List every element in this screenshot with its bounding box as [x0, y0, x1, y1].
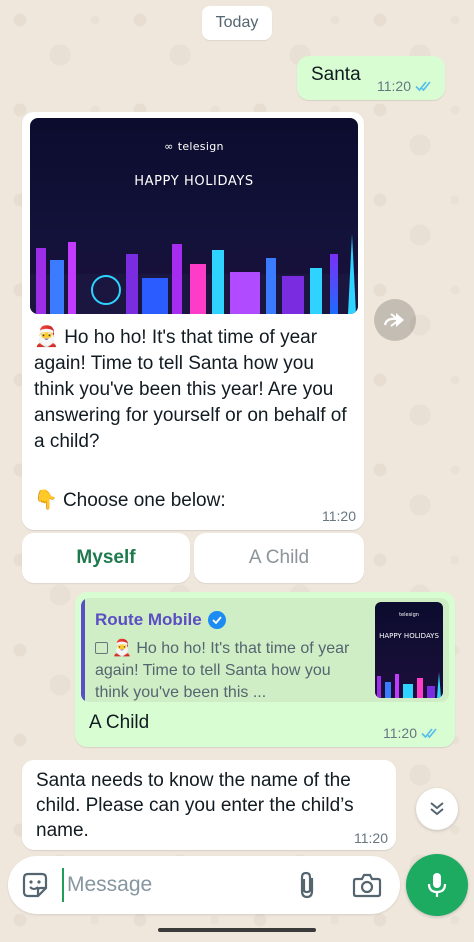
read-ticks-icon: [415, 81, 431, 92]
message-meta: 11:20: [377, 78, 435, 94]
thumbnail-brand: telesign: [399, 612, 419, 618]
thumbnail-skyline: [377, 672, 441, 698]
home-indicator: [158, 928, 316, 932]
camera-icon[interactable]: [352, 871, 382, 899]
incoming-message-promo[interactable]: ∞ telesign HAPPY HOLIDAYS 🎅 Ho ho ho! It…: [22, 112, 364, 530]
quoted-message[interactable]: Route Mobile 🎅 Ho ho ho! It's that time …: [81, 598, 449, 702]
date-chip: Today: [202, 6, 272, 40]
double-chevron-down-icon: [430, 802, 444, 816]
message-text: Santa: [311, 64, 361, 85]
message-time: 11:20: [322, 508, 356, 524]
brand-logo: ∞ telesign: [164, 140, 224, 153]
sticker-icon[interactable]: [20, 870, 50, 900]
santa-emoji-icon: 🎅: [112, 640, 132, 657]
forward-icon: [383, 313, 404, 327]
telesign-logo-icon: ∞: [164, 140, 174, 153]
message-meta: 11:20: [383, 725, 441, 741]
pointing-down-emoji-icon: 👇: [34, 490, 58, 511]
verified-badge-icon: [207, 611, 226, 629]
message-composer: [8, 856, 400, 914]
message-time: 11:20: [377, 78, 411, 94]
incoming-message-ask-name[interactable]: Santa needs to know the name of the chil…: [22, 760, 396, 850]
message-time: 11:20: [354, 830, 388, 846]
thumbnail-heading: HAPPY HOLIDAYS: [379, 632, 439, 640]
scroll-to-bottom-button[interactable]: [416, 788, 458, 830]
santa-emoji-icon: 🎅: [34, 326, 59, 348]
quoted-text: 🎅 Ho ho ho! It's that time of year again…: [95, 640, 350, 701]
message-text: Santa needs to know the name of the chil…: [36, 770, 354, 841]
read-ticks-icon: [421, 728, 437, 739]
microphone-icon: [427, 873, 447, 897]
attach-paperclip-icon[interactable]: [296, 870, 320, 900]
holiday-banner-image[interactable]: ∞ telesign HAPPY HOLIDAYS: [30, 118, 358, 314]
quick-reply-a-child[interactable]: A Child: [194, 533, 364, 583]
outgoing-reply-message[interactable]: Route Mobile 🎅 Ho ho ho! It's that time …: [75, 592, 455, 747]
message-text: 🎅 Ho ho ho! It's that time of year again…: [34, 326, 347, 452]
quick-reply-myself[interactable]: Myself: [22, 533, 190, 583]
quoted-image-thumbnail: telesign HAPPY HOLIDAYS: [375, 602, 443, 698]
quoted-sender: Route Mobile: [95, 610, 226, 630]
message-input[interactable]: [62, 868, 272, 902]
image-icon: [95, 642, 108, 654]
banner-heading: HAPPY HOLIDAYS: [134, 174, 254, 189]
choose-prompt: 👇 Choose one below:: [34, 490, 226, 511]
city-skyline-illustration: [30, 234, 358, 314]
message-time: 11:20: [383, 725, 417, 741]
message-text: A Child: [89, 712, 150, 733]
voice-message-button[interactable]: [406, 854, 468, 916]
quote-accent-bar: [81, 598, 85, 702]
forward-button[interactable]: [374, 299, 416, 341]
outgoing-message-santa[interactable]: Santa 11:20: [297, 56, 445, 100]
